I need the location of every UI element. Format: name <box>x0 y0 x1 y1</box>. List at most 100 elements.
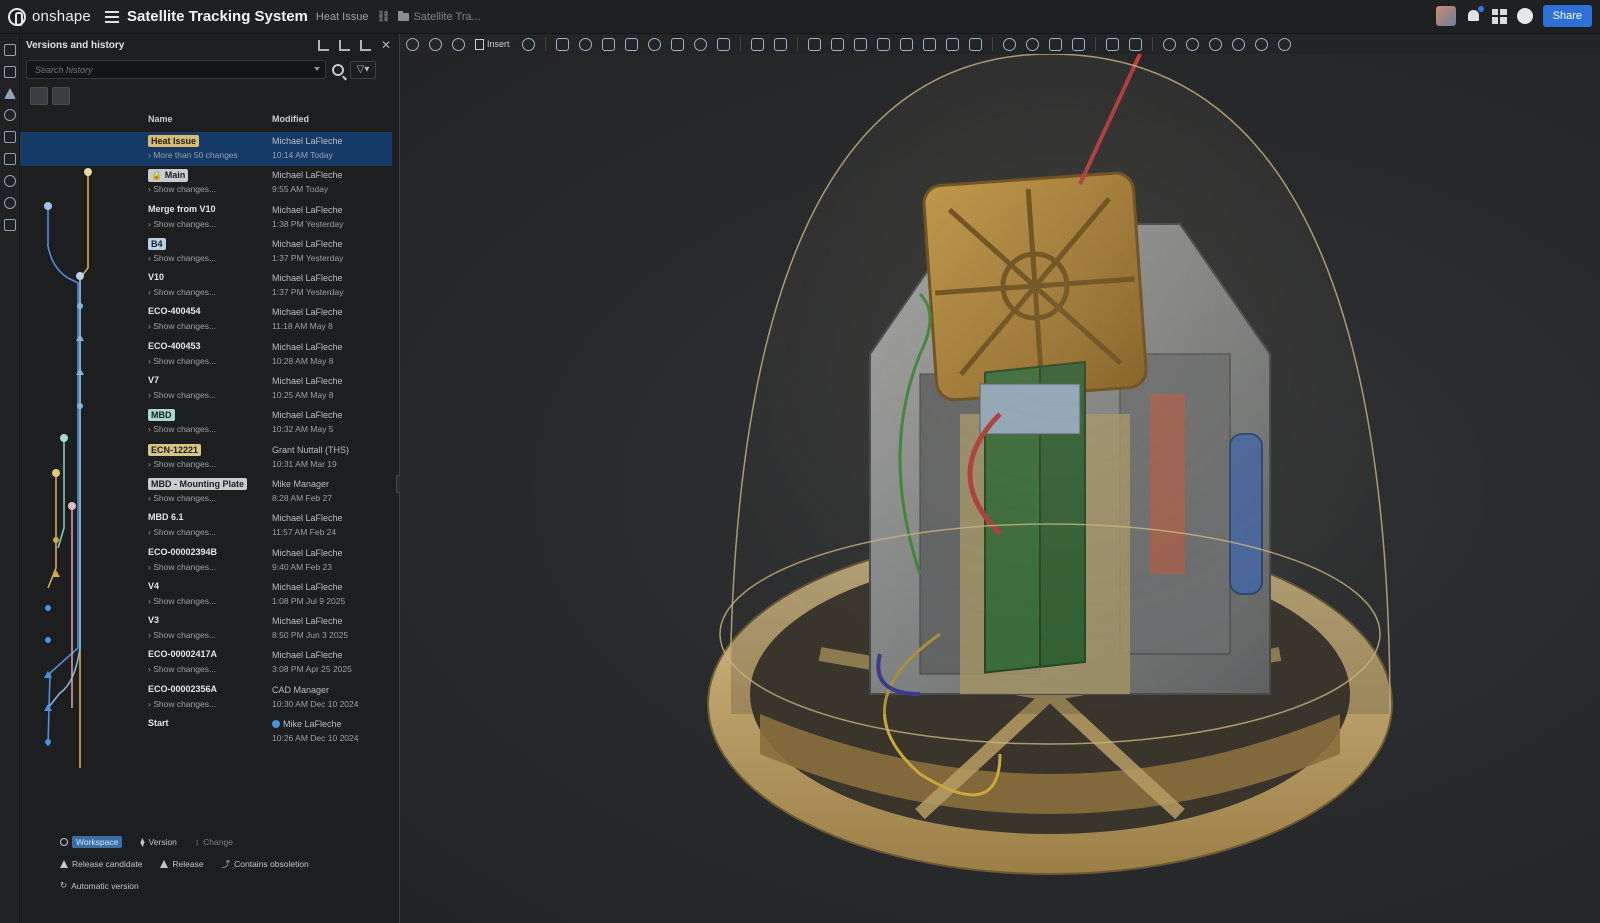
ellipse-tool-icon[interactable] <box>1277 37 1291 51</box>
chevron-down-icon[interactable] <box>314 67 320 71</box>
pin-slot-mate-icon[interactable] <box>670 37 684 51</box>
ellipse-tool-icon[interactable] <box>1208 37 1222 51</box>
named-positions-icon[interactable] <box>968 37 982 51</box>
show-changes-link[interactable]: › Show changes... <box>148 390 216 400</box>
show-changes-link[interactable]: › Show changes... <box>148 287 216 297</box>
show-changes-link[interactable]: › Show changes... <box>148 356 216 366</box>
show-changes-link[interactable]: › Show changes... <box>148 596 216 606</box>
show-changes-link[interactable]: › Show changes... <box>148 253 216 263</box>
comments-icon[interactable] <box>4 109 16 121</box>
slider-mate-icon[interactable] <box>601 37 615 51</box>
graph-node[interactable] <box>52 469 60 477</box>
satellite-model[interactable] <box>400 54 1600 923</box>
show-changes-link[interactable]: › Show changes... <box>148 527 216 537</box>
edit-icon[interactable] <box>4 131 16 143</box>
apps-grid-icon[interactable] <box>1491 8 1507 24</box>
pattern-icon[interactable] <box>853 37 867 51</box>
link-icon[interactable] <box>4 153 16 165</box>
history-row-name[interactable]: ECO-00002356A <box>148 684 217 694</box>
section-view-icon[interactable] <box>922 37 936 51</box>
replicate-icon[interactable] <box>830 37 844 51</box>
feature-list-icon[interactable] <box>4 44 16 56</box>
revolute-mate-icon[interactable] <box>578 37 592 51</box>
history-row-name[interactable]: ECO-400453 <box>148 341 201 351</box>
instances-icon[interactable] <box>4 66 16 78</box>
help-icon[interactable] <box>1516 8 1533 24</box>
transparent-dome[interactable] <box>729 54 1391 715</box>
versions-icon[interactable] <box>4 197 16 209</box>
show-changes-link[interactable]: › Show changes... <box>148 424 216 434</box>
tangent-mate-icon[interactable] <box>750 37 764 51</box>
3d-viewport[interactable] <box>400 54 1600 923</box>
ellipse-tool-icon[interactable] <box>1231 37 1245 51</box>
display-state-icon[interactable] <box>1162 37 1176 51</box>
link-icon[interactable]: ⛓ <box>376 10 390 23</box>
show-changes-link[interactable]: › Show changes... <box>148 699 216 709</box>
search-icon[interactable] <box>332 63 344 76</box>
explode-icon[interactable] <box>899 37 913 51</box>
graph-node[interactable] <box>45 605 51 611</box>
graph-node[interactable] <box>77 403 83 409</box>
graph-node[interactable] <box>53 537 59 543</box>
graph-node[interactable] <box>76 272 84 280</box>
history-row-name[interactable]: ECO-00002417A <box>148 649 217 659</box>
workspace-name[interactable]: Heat Issue <box>316 11 369 23</box>
show-changes-link[interactable]: › Show changes... <box>148 630 216 640</box>
history-row-name[interactable]: V4 <box>148 581 159 591</box>
graph-node[interactable] <box>60 434 68 442</box>
filter-button[interactable]: ▽▾ <box>350 60 376 79</box>
history-row-name[interactable]: Merge from V10 <box>148 204 216 214</box>
history-row-name[interactable]: ECO-400454 <box>148 306 201 316</box>
gear-relation-icon[interactable] <box>1002 37 1016 51</box>
onshape-logo[interactable]: onshape <box>8 7 91 26</box>
search-history-input[interactable]: Search history <box>26 60 326 79</box>
history-row-name[interactable]: MBD - Mounting Plate <box>148 477 247 490</box>
history-row-name[interactable]: ECO-00002394B <box>148 547 217 557</box>
column-modified[interactable]: Modified <box>272 114 309 124</box>
bom-icon[interactable] <box>1105 37 1119 51</box>
undo-icon[interactable] <box>406 37 419 51</box>
branch-view-button[interactable] <box>30 87 48 105</box>
show-changes-link[interactable]: › Show changes... <box>148 219 216 229</box>
show-changes-link[interactable]: › Show changes... <box>148 562 216 572</box>
history-row-name[interactable]: 🔒 Main <box>148 169 189 183</box>
graph-node[interactable] <box>68 502 76 510</box>
graph-node[interactable] <box>45 739 51 745</box>
measure-icon[interactable] <box>945 37 959 51</box>
history-icon[interactable] <box>4 175 16 187</box>
properties-icon[interactable] <box>4 219 16 231</box>
history-row-name[interactable]: MBD <box>148 409 175 422</box>
graph-node[interactable] <box>76 334 84 341</box>
history-row-name[interactable]: ECN-12221 <box>148 443 202 456</box>
branch-icon[interactable] <box>338 39 350 51</box>
history-row-name[interactable]: V10 <box>148 272 164 282</box>
mates-icon[interactable] <box>4 88 16 99</box>
ellipse-tool-icon[interactable] <box>1254 37 1268 51</box>
show-changes-link[interactable]: › More than 50 changes <box>148 150 238 160</box>
folder-breadcrumb[interactable]: Satellite Tra... <box>413 11 480 23</box>
history-row-name[interactable]: B4 <box>148 237 166 250</box>
linear-relation-icon[interactable] <box>1071 37 1085 51</box>
compare-icon[interactable] <box>359 39 371 51</box>
graph-node[interactable] <box>44 202 52 210</box>
automatic-version-button[interactable] <box>52 87 70 105</box>
planar-mate-icon[interactable] <box>624 37 638 51</box>
parallel-mate-icon[interactable] <box>716 37 730 51</box>
show-changes-link[interactable]: › Show changes... <box>148 664 216 674</box>
show-changes-link[interactable]: › Show changes... <box>148 321 216 331</box>
close-icon[interactable]: ✕ <box>381 38 391 52</box>
group-icon[interactable] <box>807 37 821 51</box>
history-row-name[interactable]: V7 <box>148 375 159 385</box>
history-row-name[interactable]: Heat Issue <box>148 135 200 147</box>
show-changes-link[interactable]: › Show changes... <box>148 459 216 469</box>
graph-node[interactable] <box>77 303 83 309</box>
mirror-icon[interactable] <box>876 37 890 51</box>
fastened-mate-icon[interactable] <box>555 37 569 51</box>
history-row-name[interactable]: V3 <box>148 615 159 625</box>
cylindrical-mate-icon[interactable] <box>647 37 661 51</box>
width-mate-icon[interactable] <box>773 37 787 51</box>
document-title[interactable]: Satellite Tracking System <box>127 8 308 25</box>
ball-mate-icon[interactable] <box>693 37 707 51</box>
user-avatar[interactable] <box>1435 6 1456 26</box>
create-version-icon[interactable] <box>317 39 329 51</box>
